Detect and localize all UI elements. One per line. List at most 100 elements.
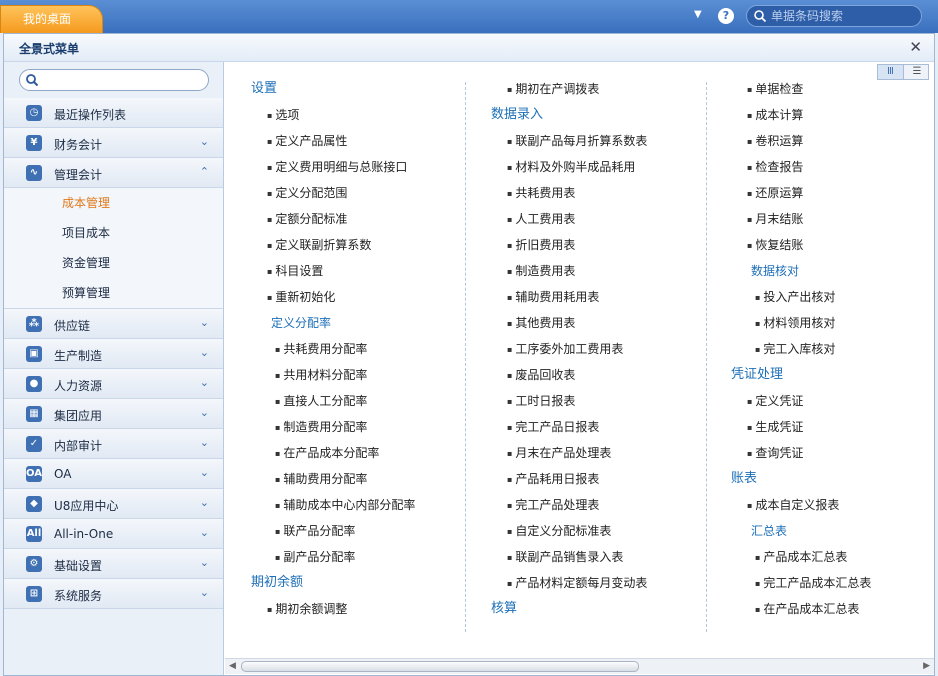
chevron-down-icon[interactable]: ⌄ [200, 346, 209, 359]
menu-item[interactable]: 单据检查 [731, 76, 871, 102]
menu-group-heading[interactable]: 期初余额 [251, 570, 415, 596]
menu-item[interactable]: 生成凭证 [731, 414, 871, 440]
close-icon[interactable]: ✕ [909, 38, 922, 56]
menu-item[interactable]: 成本计算 [731, 102, 871, 128]
sidebar-item[interactable]: ∿ 管理会计 ⌃ [4, 158, 223, 188]
menu-item[interactable]: 制造费用表 [491, 258, 647, 284]
sidebar-item[interactable]: ⁂ 供应链 ⌄ [4, 309, 223, 339]
sidebar-subitem[interactable]: 成本管理 [4, 188, 223, 218]
sidebar-item[interactable]: ▦ 集团应用 ⌄ [4, 399, 223, 429]
sidebar-item[interactable]: ⊞ 系统服务 ⌄ [4, 579, 223, 609]
menu-item[interactable]: 投入产出核对 [731, 284, 871, 310]
menu-item[interactable]: 成本自定义报表 [731, 492, 871, 518]
menu-subgroup-heading[interactable]: 数据核对 [731, 258, 871, 284]
menu-item[interactable]: 直接人工分配率 [251, 388, 415, 414]
menu-item[interactable]: 完工入库核对 [731, 336, 871, 362]
scroll-left-icon[interactable]: ◀ [229, 661, 236, 671]
menu-group-heading[interactable]: 核算 [491, 596, 647, 622]
menu-item[interactable]: 在产品成本分配率 [251, 440, 415, 466]
menu-item[interactable]: 定义联副折算系数 [251, 232, 415, 258]
menu-item[interactable]: 工时日报表 [491, 388, 647, 414]
barcode-search-input[interactable] [771, 8, 917, 24]
chevron-down-icon[interactable]: ⌄ [200, 466, 209, 479]
menu-item[interactable]: 共耗费用表 [491, 180, 647, 206]
menu-item[interactable]: 科目设置 [251, 258, 415, 284]
menu-item[interactable]: 查询凭证 [731, 440, 871, 466]
tab-my-desktop[interactable]: 我的桌面 [0, 5, 103, 33]
menu-item[interactable]: 月末结账 [731, 206, 871, 232]
sidebar-search-input[interactable] [42, 72, 202, 88]
sidebar-item[interactable]: ▣ 生产制造 ⌄ [4, 339, 223, 369]
menu-item[interactable]: 定义凭证 [731, 388, 871, 414]
menu-item[interactable]: 其他费用表 [491, 310, 647, 336]
chevron-down-icon[interactable]: ⌄ [200, 376, 209, 389]
menu-item[interactable]: 辅助费用耗用表 [491, 284, 647, 310]
menu-item[interactable]: 材料及外购半成品耗用 [491, 154, 647, 180]
menu-item[interactable]: 还原运算 [731, 180, 871, 206]
sidebar-item[interactable]: ◆ U8应用中心 ⌄ [4, 489, 223, 519]
menu-item[interactable]: 联产品分配率 [251, 518, 415, 544]
menu-item[interactable]: 恢复结账 [731, 232, 871, 258]
sidebar-item[interactable]: ⚙ 基础设置 ⌄ [4, 549, 223, 579]
menu-item[interactable]: 产品材料定额每月变动表 [491, 570, 647, 596]
sidebar-item[interactable]: OA OA ⌄ [4, 459, 223, 489]
chevron-down-icon[interactable]: ⌄ [200, 556, 209, 569]
menu-item[interactable]: 定额分配标准 [251, 206, 415, 232]
sidebar-item[interactable]: ✓ 内部审计 ⌄ [4, 429, 223, 459]
menu-item[interactable]: 完工产品成本汇总表 [731, 570, 871, 596]
chevron-down-icon[interactable]: ⌄ [200, 586, 209, 599]
menu-item[interactable]: 重新初始化 [251, 284, 415, 310]
menu-item[interactable]: 材料领用核对 [731, 310, 871, 336]
list-view-icon[interactable]: ☰ [905, 65, 929, 79]
help-icon[interactable]: ? [718, 8, 734, 24]
sidebar-item[interactable]: ● 人力资源 ⌄ [4, 369, 223, 399]
menu-item[interactable]: 辅助费用分配率 [251, 466, 415, 492]
menu-item[interactable]: 选项 [251, 102, 415, 128]
menu-group-heading[interactable]: 账表 [731, 466, 871, 492]
chevron-down-icon[interactable]: ⌄ [200, 526, 209, 539]
horizontal-scrollbar[interactable]: ◀ ▶ [225, 658, 934, 674]
chevron-down-icon[interactable]: ⌄ [200, 406, 209, 419]
menu-item[interactable]: 卷积运算 [731, 128, 871, 154]
sidebar-subitem[interactable]: 项目成本 [4, 218, 223, 248]
sidebar-subitem[interactable]: 预算管理 [4, 278, 223, 308]
chevron-down-icon[interactable]: ⌄ [200, 316, 209, 329]
menu-item[interactable]: 产品成本汇总表 [731, 544, 871, 570]
menu-item[interactable]: 产品耗用日报表 [491, 466, 647, 492]
menu-item[interactable]: 自定义分配标准表 [491, 518, 647, 544]
menu-item[interactable]: 定义产品属性 [251, 128, 415, 154]
menu-group-heading[interactable]: 凭证处理 [731, 362, 871, 388]
chevron-down-icon[interactable]: ⌄ [200, 135, 209, 148]
menu-item[interactable]: 完工产品处理表 [491, 492, 647, 518]
sidebar-item[interactable]: ¥ 财务会计 ⌄ [4, 128, 223, 158]
menu-group-heading[interactable]: 设置 [251, 76, 415, 102]
scrollbar-thumb[interactable] [241, 661, 639, 672]
menu-item[interactable]: 期初在产调拨表 [491, 76, 647, 102]
chevron-down-icon[interactable]: ⌄ [200, 436, 209, 449]
chevron-down-icon[interactable]: ▼ [694, 9, 702, 20]
chevron-down-icon[interactable]: ⌄ [200, 496, 209, 509]
columns-view-icon[interactable]: Ⅲ [878, 65, 904, 79]
menu-group-heading[interactable]: 数据录入 [491, 102, 647, 128]
menu-item[interactable]: 制造费用分配率 [251, 414, 415, 440]
sidebar-item[interactable]: ◷ 最近操作列表 [4, 98, 223, 128]
menu-item[interactable]: 联副产品销售录入表 [491, 544, 647, 570]
menu-item[interactable]: 人工费用表 [491, 206, 647, 232]
menu-item[interactable]: 废品回收表 [491, 362, 647, 388]
menu-item[interactable]: 定义分配范围 [251, 180, 415, 206]
menu-item[interactable]: 定义费用明细与总账接口 [251, 154, 415, 180]
menu-item[interactable]: 副产品分配率 [251, 544, 415, 570]
menu-subgroup-heading[interactable]: 定义分配率 [251, 310, 415, 336]
menu-item[interactable]: 工序委外加工费用表 [491, 336, 647, 362]
menu-subgroup-heading[interactable]: 汇总表 [731, 518, 871, 544]
menu-item[interactable]: 共耗费用分配率 [251, 336, 415, 362]
chevron-up-icon[interactable]: ⌃ [200, 165, 209, 178]
menu-item[interactable]: 辅助成本中心内部分配率 [251, 492, 415, 518]
menu-item[interactable]: 检查报告 [731, 154, 871, 180]
menu-item[interactable]: 联副产品每月折算系数表 [491, 128, 647, 154]
sidebar-subitem[interactable]: 资金管理 [4, 248, 223, 278]
menu-item[interactable]: 在产品成本汇总表 [731, 596, 871, 622]
sidebar-item[interactable]: All All-in-One ⌄ [4, 519, 223, 549]
menu-item[interactable]: 共用材料分配率 [251, 362, 415, 388]
menu-item[interactable]: 完工产品日报表 [491, 414, 647, 440]
